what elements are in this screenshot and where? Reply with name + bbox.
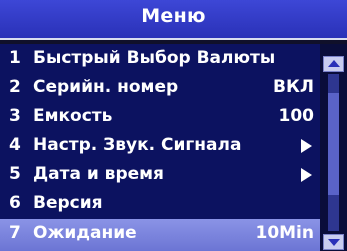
menu-item-number: 5 [9,164,21,184]
menu-item-label: Емкость [33,106,113,126]
menu-item-capacity[interactable]: 3 Емкость 100 [0,102,320,131]
menu-item-number: 7 [9,223,21,243]
menu-item-beep-settings[interactable]: 4 Настр. Звук. Сигнала [0,131,320,160]
scroll-up-icon [328,60,340,67]
menu-item-label: Версия [33,193,103,213]
menu-item-label: Ожидание [33,223,137,243]
menu-item-number: 6 [9,193,21,213]
menu-item-label: Быстрый Выбор Валюты [33,48,276,68]
scrollbar[interactable] [320,44,347,251]
scroll-down-button[interactable] [323,234,344,250]
chevron-right-icon [301,139,312,153]
scroll-up-button[interactable] [323,56,344,72]
device-screen: Меню 1 Быстрый Выбор Валюты 2 Серийн. но… [0,0,347,251]
menu-list: 1 Быстрый Выбор Валюты 2 Серийн. номер В… [0,44,320,251]
menu-item-value: ВКЛ [273,77,314,97]
chevron-right-icon [301,168,312,182]
scroll-thumb[interactable] [328,93,339,195]
scroll-track[interactable] [328,74,339,231]
menu-item-number: 3 [9,106,21,126]
menu-item-label: Настр. Звук. Сигнала [33,135,242,155]
menu-item-value: 100 [278,106,315,126]
menu-item-number: 2 [9,77,21,97]
menu-item-date-time[interactable]: 5 Дата и время [0,160,320,189]
menu-item-number: 1 [9,48,21,68]
menu-item-label: Дата и время [33,164,164,184]
scroll-down-icon [328,239,340,246]
menu-header: Меню [0,0,347,40]
menu-item-label: Серийн. номер [33,77,179,97]
menu-item-version[interactable]: 6 Версия [0,189,320,218]
menu-item-value: 10Min [255,223,314,243]
menu-title: Меню [141,5,206,27]
menu-item-quick-currency[interactable]: 1 Быстрый Выбор Валюты [0,44,320,73]
menu-item-standby[interactable]: 7 Ожидание 10Min [0,219,320,251]
menu-item-number: 4 [9,135,21,155]
menu-item-serial-number[interactable]: 2 Серийн. номер ВКЛ [0,73,320,102]
